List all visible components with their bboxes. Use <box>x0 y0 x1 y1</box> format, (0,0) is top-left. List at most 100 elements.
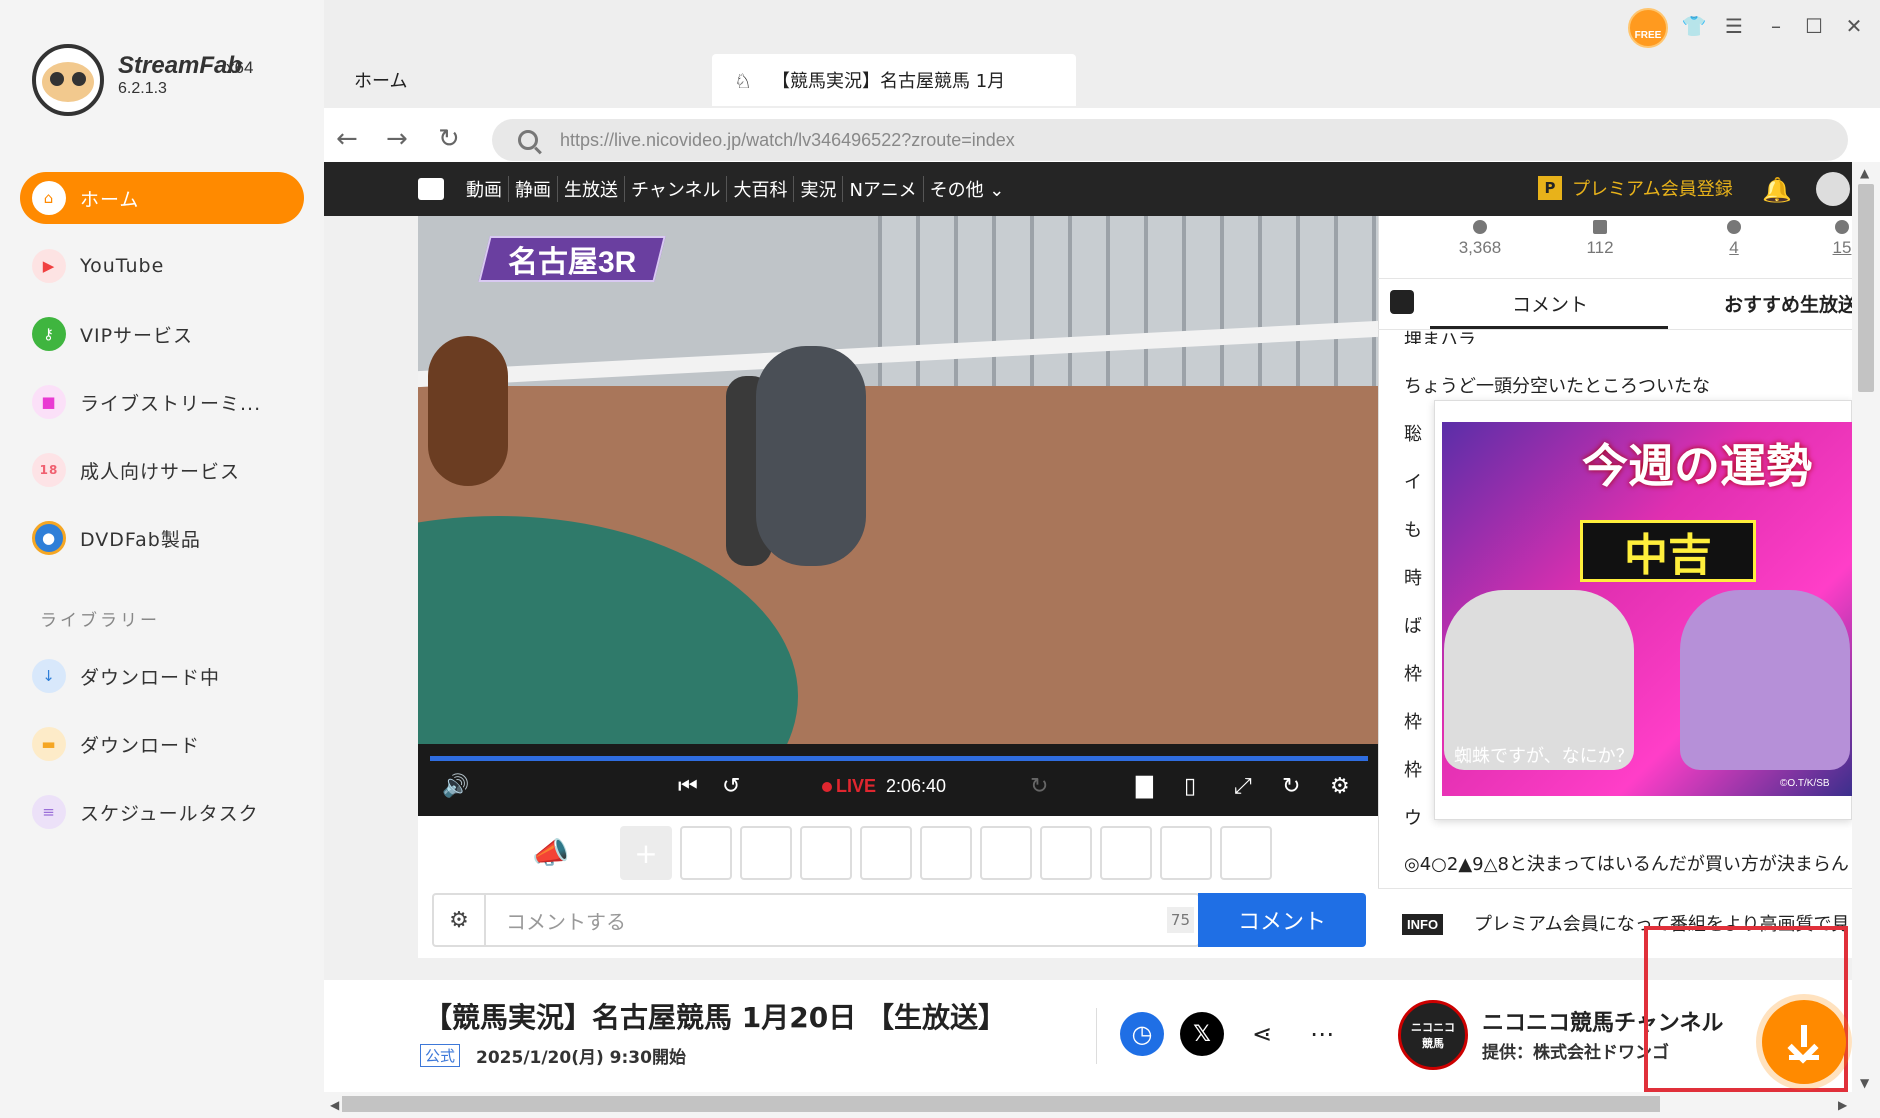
emote-slot[interactable] <box>1040 826 1092 880</box>
share-icon[interactable]: ⋖ <box>1240 1012 1284 1056</box>
search-icon <box>518 130 538 150</box>
bell-icon[interactable]: 🔔 <box>1762 176 1792 204</box>
premium-register-link[interactable]: P プレミアム会員登録 <box>1538 175 1733 201</box>
maximize-icon[interactable]: ☐ <box>1800 12 1828 40</box>
volume-icon[interactable]: 🔊 <box>442 774 469 799</box>
theater-mode-icon[interactable]: ▯ <box>1184 774 1196 799</box>
skip-back-icon[interactable]: ⏮ <box>678 774 698 799</box>
sidebar-item-label: ホーム <box>80 188 140 211</box>
add-emote-slot[interactable]: + <box>620 826 672 880</box>
back-arrow-icon[interactable]: ← <box>336 124 358 154</box>
more-options-icon[interactable]: ⋯ <box>1300 1012 1344 1056</box>
url-bar[interactable]: https://live.nicovideo.jp/watch/lv346496… <box>492 119 1848 161</box>
sidebar-item-schedule[interactable]: ≡ スケジュールタスク <box>20 786 304 838</box>
emote-slot[interactable] <box>680 826 732 880</box>
scroll-right-icon[interactable]: ▶ <box>1838 1098 1847 1112</box>
tab-home[interactable]: ホーム <box>354 54 407 106</box>
ad-logo-text: 蜘蛛ですが、なにか？ <box>1454 746 1634 766</box>
library-heading: ライブラリー <box>40 611 160 631</box>
emote-slot[interactable] <box>860 826 912 880</box>
sidebar-item-dvdfab[interactable]: ● DVDFab製品 <box>20 512 304 564</box>
menu-icon[interactable]: ☰ <box>1720 12 1748 40</box>
emote-slot[interactable] <box>800 826 852 880</box>
ad-copyright: ©O.T/K/SB <box>1780 778 1830 789</box>
vertical-scroll-thumb[interactable] <box>1858 184 1874 392</box>
sidebar-item-label: DVDFab製品 <box>80 528 201 551</box>
progress-bar[interactable] <box>430 756 1368 761</box>
emote-slot[interactable] <box>920 826 972 880</box>
comment-settings-icon[interactable]: ⚙ <box>434 895 486 945</box>
scroll-left-icon[interactable]: ◀ <box>330 1098 339 1112</box>
video-player[interactable]: 名古屋3R <box>418 216 1378 744</box>
download-icon <box>1789 1055 1819 1060</box>
download-button[interactable] <box>1762 1000 1846 1084</box>
scroll-down-icon[interactable]: ▼ <box>1860 1076 1869 1090</box>
sidebar-item-youtube[interactable]: ▶ YouTube <box>20 240 304 292</box>
channel-provider: 提供：株式会社ドワンゴ <box>1482 1043 1669 1063</box>
avatar[interactable] <box>1816 172 1850 206</box>
nav-anime[interactable]: Nアニメ <box>843 176 924 202</box>
tab-active[interactable]: ♘ 【競馬実況】名古屋競馬 1月 <box>712 54 1076 106</box>
nav-channel[interactable]: チャンネル <box>625 176 728 202</box>
emote-slot[interactable] <box>980 826 1032 880</box>
timeshift-clock-icon[interactable]: ◷ <box>1120 1012 1164 1056</box>
clock-icon <box>1727 220 1741 234</box>
nav-dictionary[interactable]: 大百科 <box>727 176 795 202</box>
gift-count[interactable]: 15 <box>1832 220 1852 258</box>
nav-jikkyo[interactable]: 実況 <box>794 176 844 202</box>
sidebar-item-vip[interactable]: ⚷ VIPサービス <box>20 308 304 360</box>
premium-p-icon: P <box>1538 176 1562 200</box>
live-dot-icon <box>822 781 832 792</box>
sidebar-item-label: ダウンロード中 <box>80 666 221 689</box>
comment-line: 聡 <box>1404 424 1422 445</box>
nav-live[interactable]: 生放送 <box>558 176 625 202</box>
close-icon[interactable]: ✕ <box>1840 12 1868 40</box>
download-icon <box>1789 1025 1819 1059</box>
comment-submit-button[interactable]: コメント <box>1198 893 1366 947</box>
sidebar-item-label: ライブストリーミ... <box>80 392 262 415</box>
settings-gear-icon[interactable]: ⚙ <box>1330 774 1350 799</box>
reload-stream-icon[interactable]: ↻ <box>1282 774 1300 799</box>
nav-douga[interactable]: 動画 <box>460 176 509 202</box>
channel-logo[interactable]: ニコニコ競馬 <box>1398 1000 1468 1070</box>
brand-arch: x64 <box>226 58 254 77</box>
forward-arrow-icon[interactable]: → <box>386 124 408 154</box>
free-gift-badge[interactable]: FREE <box>1628 8 1668 48</box>
ad-count[interactable]: 4 <box>1694 220 1774 258</box>
comment-line: ウ <box>1404 808 1422 829</box>
emote-slot[interactable] <box>1220 826 1272 880</box>
fullscreen-icon[interactable]: ⤢ <box>1234 774 1252 799</box>
shirt-icon[interactable]: 👕 <box>1680 12 1708 40</box>
tab-comments[interactable]: コメント <box>1512 290 1588 317</box>
nav-more[interactable]: その他 ⌄ <box>924 176 1011 202</box>
brand-name: StreamFab <box>118 52 243 79</box>
comment-line: 枠 <box>1404 664 1422 685</box>
comment-toggle-icon[interactable]: ▇ <box>1136 774 1153 799</box>
minimize-icon[interactable]: – <box>1762 12 1790 40</box>
tab-recommended[interactable]: おすすめ生放送 <box>1724 290 1857 317</box>
sidebar-item-live-streaming[interactable]: ■ ライブストリーミ... <box>20 376 304 428</box>
comment-filter-icon[interactable] <box>1390 290 1414 314</box>
comment-line: 時 <box>1404 568 1422 589</box>
megaphone-icon[interactable]: 📣 <box>532 836 569 871</box>
comment-line: ◎4○2▲9△8と決まってはいるんだが買い方が決まらん <box>1404 854 1848 875</box>
sidebar-item-downloaded[interactable]: ▬ ダウンロード <box>20 718 304 770</box>
rewind-10-icon[interactable]: ↺ <box>722 774 740 799</box>
reload-icon[interactable]: ↻ <box>438 124 460 154</box>
sidebar-item-home[interactable]: ⌂ ホーム <box>20 172 304 224</box>
sidebar-item-downloading[interactable]: ↓ ダウンロード中 <box>20 650 304 702</box>
ad-fortune: 中吉 <box>1580 520 1756 582</box>
scroll-up-icon[interactable]: ▲ <box>1860 166 1869 180</box>
niconico-tv-icon[interactable] <box>418 178 444 200</box>
horizontal-scroll-thumb[interactable] <box>342 1096 1660 1112</box>
x-share-icon[interactable]: 𝕏 <box>1180 1012 1224 1056</box>
emote-slot[interactable] <box>1160 826 1212 880</box>
comment-input[interactable]: ⚙ コメントする 75 <box>432 893 1200 947</box>
channel-logo-text: ニコニコ競馬 <box>1411 1022 1455 1050</box>
nav-seiga[interactable]: 静画 <box>509 176 558 202</box>
sidebar-item-adult[interactable]: 18 成人向けサービス <box>20 444 304 496</box>
emote-slot[interactable] <box>740 826 792 880</box>
emote-slot[interactable] <box>1100 826 1152 880</box>
sidebar-item-label: VIPサービス <box>80 324 194 347</box>
comment-line: ちょうど一頭分空いたところついたな <box>1404 376 1710 397</box>
